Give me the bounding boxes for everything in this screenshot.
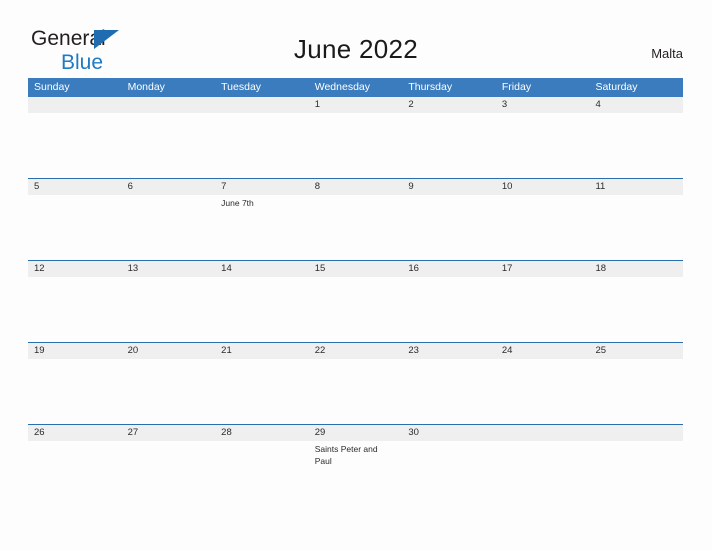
week-date-band: 12 13 14 15 16 17 18 [28, 261, 683, 277]
week-event-band: Saints Peter and Paul [28, 441, 683, 506]
day-event[interactable] [496, 195, 590, 260]
day-number[interactable]: 28 [215, 425, 309, 441]
day-event[interactable] [496, 359, 590, 424]
day-number[interactable]: 25 [589, 343, 683, 359]
day-event[interactable] [402, 113, 496, 178]
day-number[interactable]: 29 [309, 425, 403, 441]
day-number[interactable]: 7 [215, 179, 309, 195]
day-event[interactable] [309, 359, 403, 424]
day-number[interactable]: 15 [309, 261, 403, 277]
weekday-header-tuesday: Tuesday [221, 81, 262, 93]
week-event-band: June 7th [28, 195, 683, 260]
weekday-header-monday: Monday [127, 81, 165, 93]
day-number[interactable]: 5 [28, 179, 122, 195]
day-event[interactable] [215, 113, 309, 178]
weekday-header-wednesday: Wednesday [314, 81, 370, 93]
day-number[interactable] [122, 97, 216, 113]
day-event[interactable] [589, 195, 683, 260]
calendar-week-row: 5 6 7 8 9 10 11 June 7th [28, 178, 683, 260]
day-number[interactable]: 19 [28, 343, 122, 359]
day-event[interactable] [28, 113, 122, 178]
day-number[interactable]: 10 [496, 179, 590, 195]
day-number[interactable]: 30 [402, 425, 496, 441]
locale-label: Malta [651, 46, 683, 61]
week-date-band: 5 6 7 8 9 10 11 [28, 179, 683, 195]
day-number[interactable]: 13 [122, 261, 216, 277]
weekday-header-thursday: Thursday [408, 81, 453, 93]
week-event-band [28, 113, 683, 178]
day-number[interactable]: 27 [122, 425, 216, 441]
day-event[interactable] [309, 195, 403, 260]
day-event[interactable] [122, 277, 216, 342]
day-event[interactable] [496, 441, 590, 506]
day-number[interactable] [215, 97, 309, 113]
day-event[interactable] [215, 277, 309, 342]
day-event[interactable] [122, 113, 216, 178]
day-event[interactable] [402, 441, 496, 506]
day-event[interactable] [28, 195, 122, 260]
day-event[interactable] [402, 195, 496, 260]
day-event[interactable] [309, 277, 403, 342]
day-event[interactable] [496, 277, 590, 342]
week-date-band: 1 2 3 4 [28, 97, 683, 113]
day-number[interactable]: 16 [402, 261, 496, 277]
day-event[interactable] [589, 277, 683, 342]
week-event-band [28, 359, 683, 424]
day-event[interactable] [309, 113, 403, 178]
day-number[interactable]: 4 [589, 97, 683, 113]
day-number[interactable] [28, 97, 122, 113]
day-event[interactable] [28, 277, 122, 342]
page-header: General Blue June 2022 Malta [0, 0, 712, 73]
day-number[interactable]: 11 [589, 179, 683, 195]
day-event[interactable] [589, 441, 683, 506]
calendar-week-row: 26 27 28 29 30 Saints Peter and Paul [28, 424, 683, 506]
day-event[interactable] [589, 359, 683, 424]
day-event[interactable] [589, 113, 683, 178]
calendar-week-row: 12 13 14 15 16 17 18 [28, 260, 683, 342]
week-event-band [28, 277, 683, 342]
day-event[interactable]: Saints Peter and Paul [309, 441, 403, 506]
day-number[interactable] [496, 425, 590, 441]
week-date-band: 19 20 21 22 23 24 25 [28, 343, 683, 359]
day-event[interactable] [496, 113, 590, 178]
calendar-week-row: 1 2 3 4 [28, 97, 683, 178]
day-number[interactable] [589, 425, 683, 441]
day-event[interactable] [122, 359, 216, 424]
day-event[interactable] [215, 359, 309, 424]
day-number[interactable]: 14 [215, 261, 309, 277]
day-number[interactable]: 21 [215, 343, 309, 359]
day-number[interactable]: 26 [28, 425, 122, 441]
weekday-header-sunday: Sunday [34, 81, 70, 93]
day-number[interactable]: 8 [309, 179, 403, 195]
day-number[interactable]: 22 [309, 343, 403, 359]
calendar-grid: Sunday Monday Tuesday Wednesday Thursday… [28, 78, 683, 506]
weekday-header-row: Sunday Monday Tuesday Wednesday Thursday… [28, 78, 683, 97]
day-event[interactable]: June 7th [215, 195, 309, 260]
day-number[interactable]: 17 [496, 261, 590, 277]
day-event[interactable] [122, 195, 216, 260]
day-event[interactable] [28, 359, 122, 424]
day-number[interactable]: 24 [496, 343, 590, 359]
weekday-header-friday: Friday [501, 81, 532, 93]
day-event[interactable] [402, 359, 496, 424]
day-event[interactable] [215, 441, 309, 506]
day-number[interactable]: 6 [122, 179, 216, 195]
page-title: June 2022 [293, 34, 419, 64]
week-date-band: 26 27 28 29 30 [28, 425, 683, 441]
day-event[interactable] [122, 441, 216, 506]
day-number[interactable]: 18 [589, 261, 683, 277]
day-number[interactable]: 9 [402, 179, 496, 195]
day-number[interactable]: 23 [402, 343, 496, 359]
day-event[interactable] [28, 441, 122, 506]
day-number[interactable]: 20 [122, 343, 216, 359]
day-event[interactable] [402, 277, 496, 342]
calendar-week-row: 19 20 21 22 23 24 25 [28, 342, 683, 424]
day-number[interactable]: 2 [402, 97, 496, 113]
day-number[interactable]: 12 [28, 261, 122, 277]
day-number[interactable]: 1 [309, 97, 403, 113]
day-number[interactable]: 3 [496, 97, 590, 113]
weekday-header-saturday: Saturday [595, 81, 638, 93]
